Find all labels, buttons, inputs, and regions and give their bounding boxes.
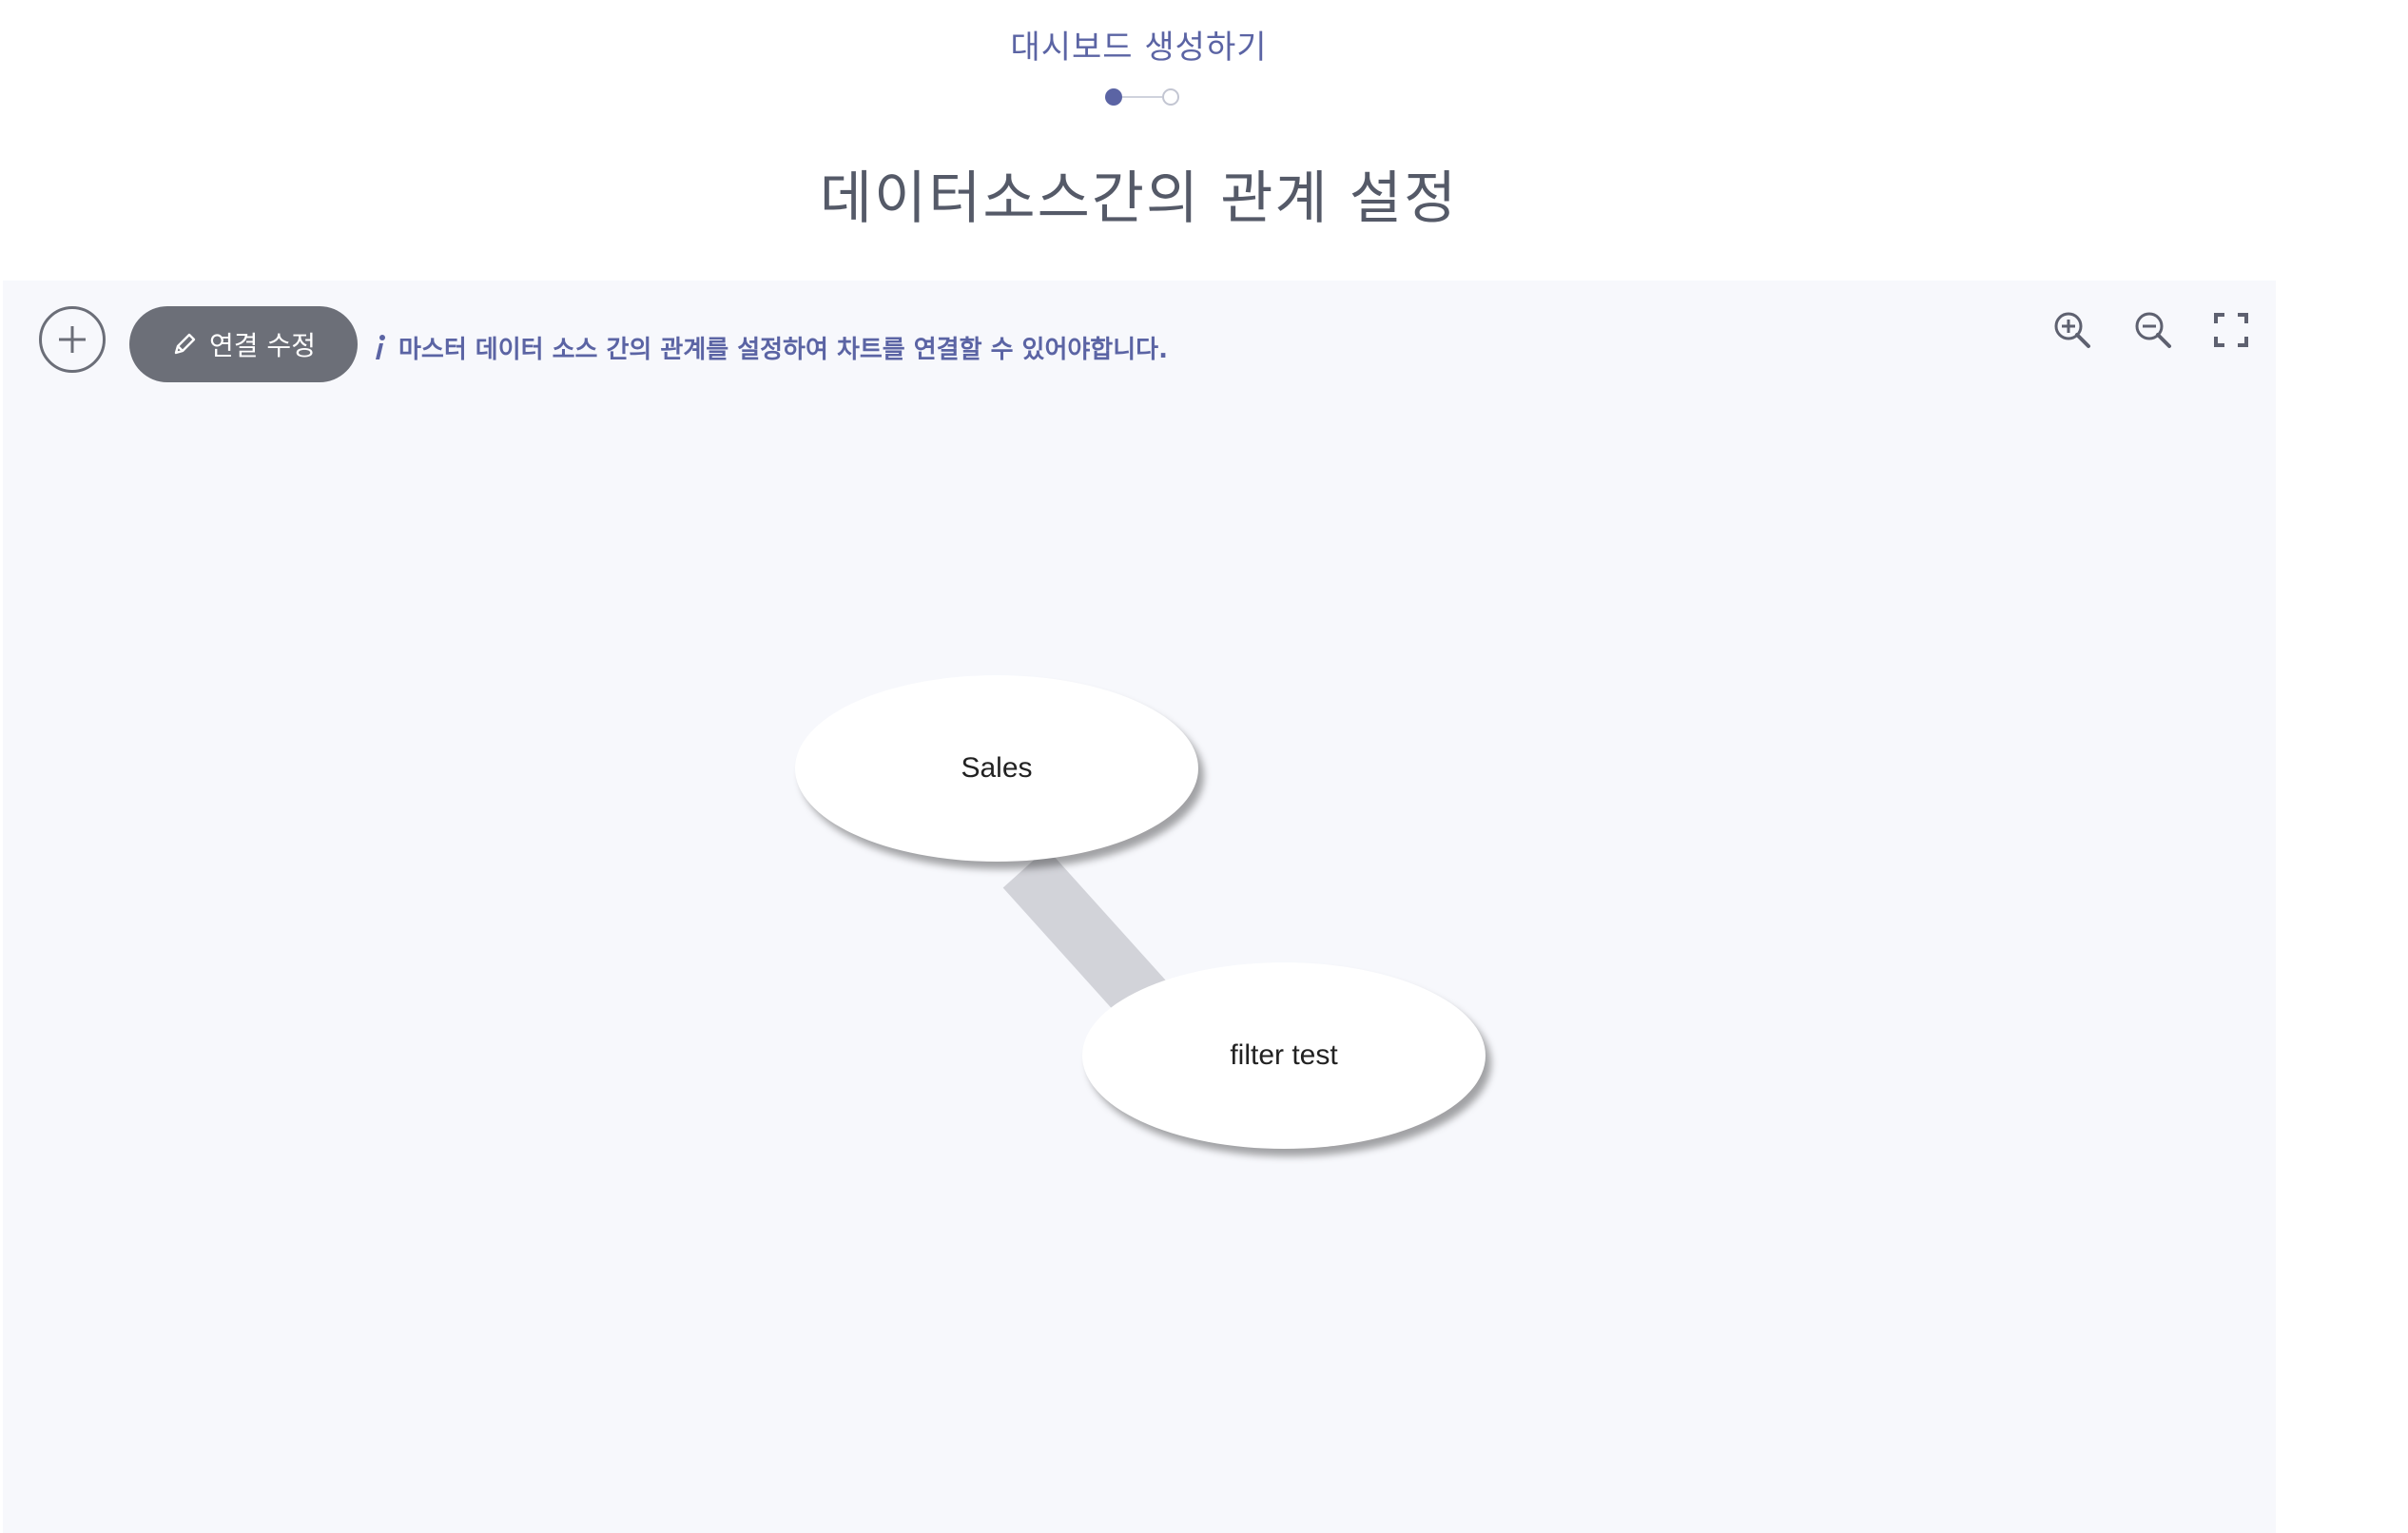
info-message: 마스터 데이터 소스 간의 관계를 설정하여 차트를 연결할 수 있어야합니다. bbox=[374, 328, 1168, 366]
zoom-out-icon bbox=[2135, 312, 2171, 348]
step-connector bbox=[1122, 96, 1162, 98]
edit-link-button[interactable]: 연결 수정 bbox=[129, 306, 358, 382]
plus-icon bbox=[59, 326, 86, 353]
page: 대시보드 생성하기 데이터소스간의 관계 설정 연결 수정 마스터 데이터 소스… bbox=[0, 0, 2408, 1533]
step-1-dot[interactable] bbox=[1105, 88, 1122, 106]
zoom-in-button[interactable] bbox=[2051, 309, 2093, 351]
pencil-icon bbox=[174, 333, 196, 355]
info-icon bbox=[376, 335, 385, 359]
relation-canvas[interactable] bbox=[3, 281, 2276, 1533]
fullscreen-button[interactable] bbox=[2210, 309, 2252, 351]
zoom-out-button[interactable] bbox=[2132, 309, 2174, 351]
datasource-node-filter-test[interactable]: filter test bbox=[1082, 962, 1486, 1149]
page-heading: 데이터소스간의 관계 설정 bbox=[819, 165, 1459, 232]
node-label: filter test bbox=[1230, 1039, 1338, 1071]
step-2-dot[interactable] bbox=[1162, 88, 1179, 106]
datasource-node-sales[interactable]: Sales bbox=[795, 675, 1198, 862]
fullscreen-icon bbox=[2214, 313, 2248, 347]
zoom-in-icon bbox=[2054, 312, 2090, 348]
wizard-title: 대시보드 생성하기 bbox=[1010, 29, 1268, 67]
step-indicator bbox=[1105, 87, 1179, 107]
add-datasource-button[interactable] bbox=[39, 306, 106, 373]
node-label: Sales bbox=[961, 752, 1033, 784]
info-text: 마스터 데이터 소스 간의 관계를 설정하여 차트를 연결할 수 있어야합니다. bbox=[398, 335, 1168, 364]
edit-link-label: 연결 수정 bbox=[209, 330, 316, 361]
